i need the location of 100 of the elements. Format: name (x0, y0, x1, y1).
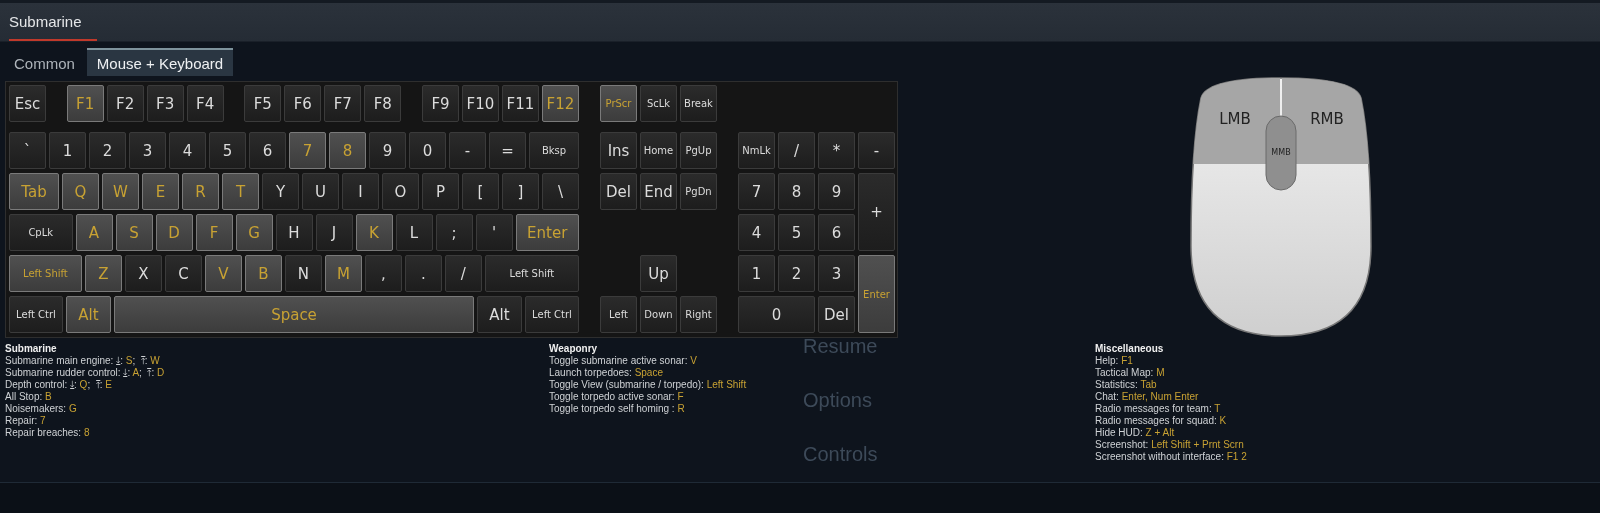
tab[interactable]: Mouse + Keyboard (86, 48, 234, 76)
key[interactable]: X (124, 255, 162, 292)
key[interactable]: 3 (129, 132, 166, 169)
key[interactable]: ' (475, 214, 513, 251)
key[interactable]: F1 (66, 85, 104, 122)
key[interactable]: C (164, 255, 202, 292)
key[interactable]: 4 (169, 132, 206, 169)
key[interactable]: + (858, 173, 895, 251)
key[interactable]: Bksp (529, 132, 579, 169)
key[interactable]: Down (640, 296, 677, 333)
key[interactable]: Alt (477, 296, 522, 333)
key[interactable]: Left (600, 296, 637, 333)
key[interactable]: Q (62, 173, 99, 210)
key[interactable]: S (115, 214, 153, 251)
key[interactable]: 9 (818, 173, 855, 210)
key[interactable]: ` (9, 132, 46, 169)
key[interactable]: K (355, 214, 393, 251)
key[interactable]: F3 (146, 85, 184, 122)
key[interactable]: L (395, 214, 433, 251)
key[interactable]: Alt (66, 296, 111, 333)
key[interactable]: F5 (244, 85, 282, 122)
key[interactable]: 0 (738, 296, 815, 333)
key[interactable]: A (75, 214, 113, 251)
key[interactable]: Del (600, 173, 637, 210)
key[interactable]: ; (435, 214, 473, 251)
key[interactable]: D (155, 214, 193, 251)
key[interactable]: F2 (106, 85, 144, 122)
key[interactable]: F7 (324, 85, 362, 122)
key[interactable]: F4 (186, 85, 224, 122)
key[interactable]: = (489, 132, 526, 169)
key[interactable]: Z (84, 255, 122, 292)
key[interactable]: , (364, 255, 402, 292)
key[interactable]: Y (262, 173, 299, 210)
key[interactable]: ScLk (640, 85, 677, 122)
key[interactable]: Enter (858, 255, 895, 333)
key[interactable]: F10 (461, 85, 499, 122)
key[interactable]: - (449, 132, 486, 169)
key[interactable]: N (284, 255, 322, 292)
key[interactable]: 7 (738, 173, 775, 210)
key[interactable]: P (422, 173, 459, 210)
key[interactable]: Left Ctrl (9, 296, 63, 333)
key[interactable]: / (778, 132, 815, 169)
key[interactable]: V (204, 255, 242, 292)
key[interactable]: 6 (249, 132, 286, 169)
key[interactable]: PrScr (600, 85, 637, 122)
key[interactable]: Esc (9, 85, 46, 122)
key[interactable]: \ (542, 173, 579, 210)
key[interactable]: 8 (329, 132, 366, 169)
key[interactable]: / (444, 255, 482, 292)
key[interactable]: B (244, 255, 282, 292)
key[interactable]: W (102, 173, 139, 210)
key[interactable]: F8 (364, 85, 402, 122)
key[interactable]: CpLk (9, 214, 73, 251)
key[interactable]: 8 (778, 173, 815, 210)
key[interactable]: F (195, 214, 233, 251)
key[interactable]: Space (114, 296, 474, 333)
key[interactable]: Left Shift (9, 255, 82, 292)
key[interactable]: F12 (541, 85, 579, 122)
key[interactable]: 1 (49, 132, 86, 169)
key[interactable]: Left Shift (484, 255, 579, 292)
key[interactable]: PgUp (680, 132, 717, 169)
key[interactable]: Ins (600, 132, 637, 169)
key[interactable]: Enter (515, 214, 579, 251)
key[interactable]: M (324, 255, 362, 292)
key[interactable]: Left Ctrl (525, 296, 579, 333)
key[interactable]: [ (462, 173, 499, 210)
key[interactable]: End (640, 173, 677, 210)
key[interactable]: - (858, 132, 895, 169)
key[interactable]: 7 (289, 132, 326, 169)
key[interactable]: R (182, 173, 219, 210)
key[interactable]: 5 (778, 214, 815, 251)
key[interactable]: 1 (738, 255, 775, 292)
tab[interactable]: Common (4, 48, 85, 76)
key[interactable]: * (818, 132, 855, 169)
scroll-wheel[interactable] (1265, 115, 1297, 191)
key[interactable]: G (235, 214, 273, 251)
key[interactable]: T (222, 173, 259, 210)
key[interactable]: 4 (738, 214, 775, 251)
key[interactable]: 0 (409, 132, 446, 169)
key[interactable]: F6 (284, 85, 322, 122)
key[interactable]: I (342, 173, 379, 210)
key[interactable]: U (302, 173, 339, 210)
key[interactable]: Home (640, 132, 677, 169)
key[interactable]: ] (502, 173, 539, 210)
key[interactable]: Tab (9, 173, 59, 210)
key[interactable]: . (404, 255, 442, 292)
key[interactable]: Right (680, 296, 717, 333)
key[interactable]: 6 (818, 214, 855, 251)
key[interactable]: Break (680, 85, 717, 122)
key[interactable]: O (382, 173, 419, 210)
key[interactable]: 3 (818, 255, 855, 292)
key[interactable]: Del (818, 296, 855, 333)
key[interactable]: 5 (209, 132, 246, 169)
key[interactable]: E (142, 173, 179, 210)
key[interactable]: Up (640, 255, 677, 292)
key[interactable]: 9 (369, 132, 406, 169)
key[interactable]: 2 (89, 132, 126, 169)
key[interactable]: F11 (501, 85, 539, 122)
key[interactable]: PgDn (680, 173, 717, 210)
key[interactable]: F9 (421, 85, 459, 122)
